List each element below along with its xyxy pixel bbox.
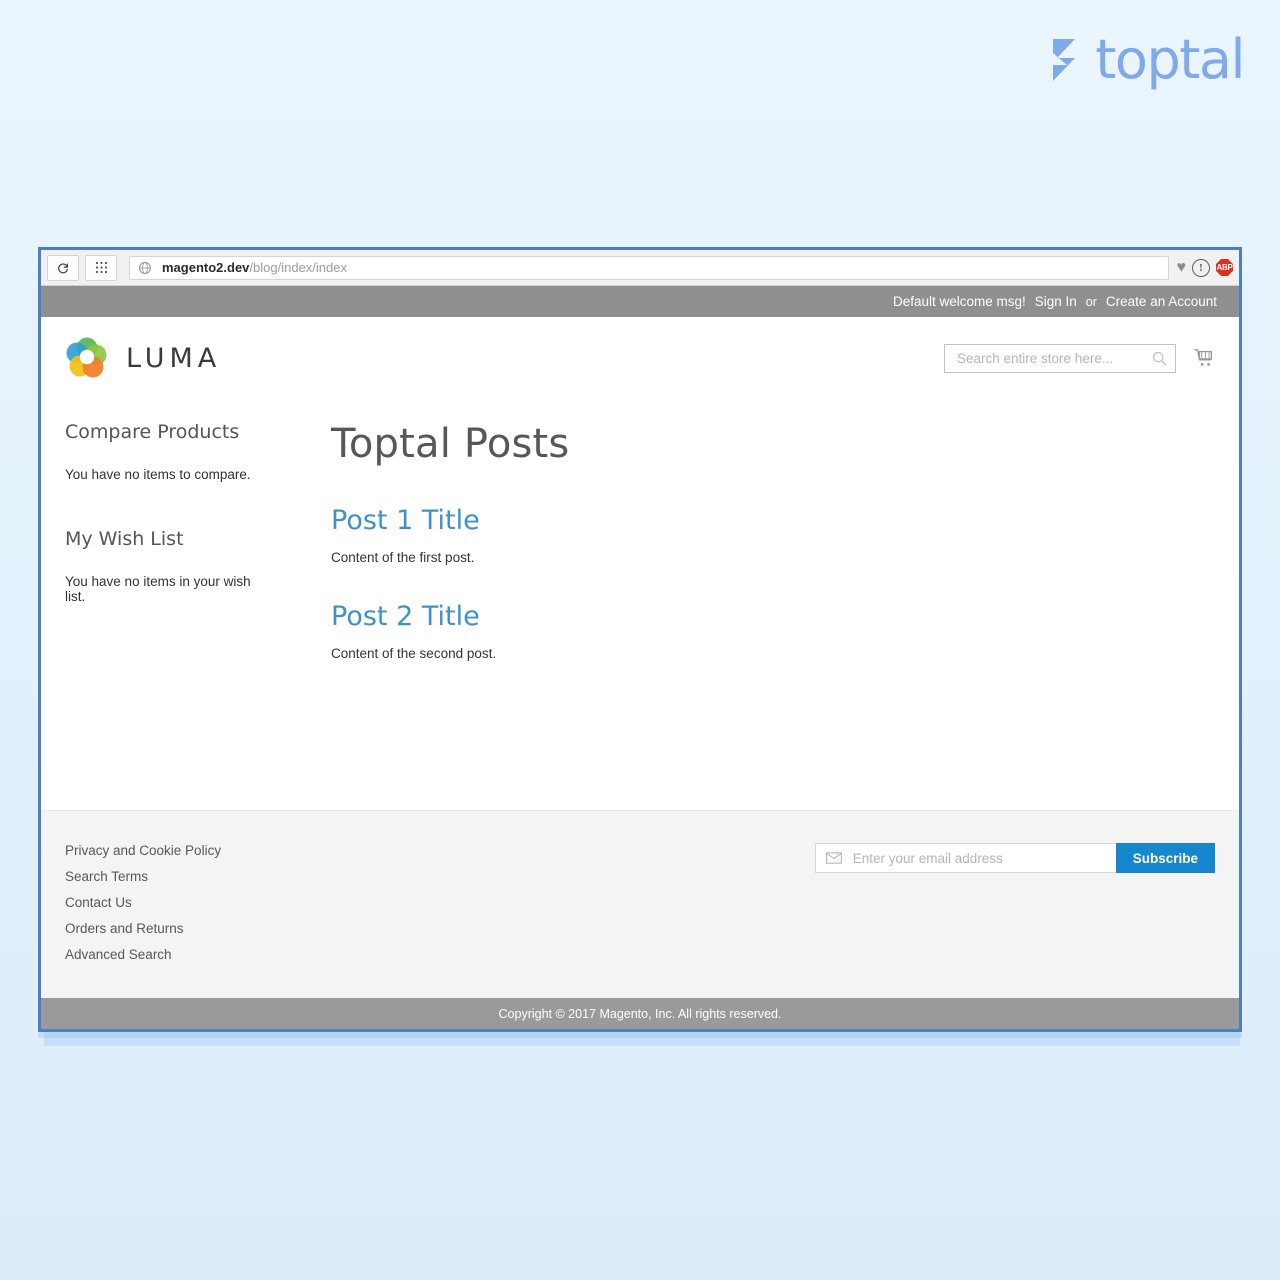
web-page: Default welcome msg! Sign In or Create a…	[41, 286, 1239, 1029]
search-input[interactable]	[955, 349, 1152, 367]
store-header: LUMA	[41, 317, 1239, 399]
newsletter-field[interactable]	[814, 843, 1116, 873]
sidebar-block-title-wishlist: My Wish List	[65, 528, 184, 550]
panel-header: Default welcome msg! Sign In or Create a…	[41, 286, 1239, 317]
adblock-plus-icon[interactable]: ABP	[1216, 259, 1233, 276]
post-title-link[interactable]: Post 1 Title	[331, 505, 480, 536]
newsletter-email-input[interactable]	[850, 849, 1116, 867]
panel-header-links: Default welcome msg! Sign In or Create a…	[893, 294, 1217, 309]
url-domain: magento2.dev	[162, 260, 250, 275]
browser-extensions: ♥ ! ABP	[1177, 258, 1233, 277]
info-circle-icon[interactable]: !	[1192, 258, 1210, 277]
sidebar-block-text-wishlist: You have no items in your wish list.	[65, 574, 251, 604]
footer-link-search-terms[interactable]: Search Terms	[65, 869, 221, 884]
sidebar-block-text-compare: You have no items to compare.	[65, 467, 251, 482]
header-right	[944, 343, 1215, 373]
toptal-watermark: toptal	[1045, 28, 1245, 91]
reload-icon	[58, 262, 68, 273]
post-body: Content of the first post.	[331, 550, 475, 565]
store-logo[interactable]: LUMA	[65, 336, 221, 380]
browser-toolbar: magento2.dev/blog/index/index ♥ ! ABP	[41, 250, 1239, 286]
apps-grid-button[interactable]	[85, 254, 117, 281]
footer-link-advanced-search[interactable]: Advanced Search	[65, 947, 221, 962]
globe-icon	[138, 261, 152, 275]
create-account-link[interactable]: Create an Account	[1106, 294, 1217, 309]
apps-grid-icon	[95, 261, 107, 274]
post-item: Post 1 Title Content of the first post.	[331, 505, 1209, 565]
subscribe-button[interactable]: Subscribe	[1115, 843, 1215, 873]
search-icon[interactable]	[1152, 351, 1167, 366]
address-bar[interactable]: magento2.dev/blog/index/index	[129, 255, 1169, 280]
post-title-link[interactable]: Post 2 Title	[331, 601, 480, 632]
envelope-icon	[825, 852, 842, 864]
shopping-cart-icon[interactable]	[1193, 347, 1215, 369]
footer-links: Privacy and Cookie Policy Search Terms C…	[65, 841, 221, 962]
footer-link-orders-returns[interactable]: Orders and Returns	[65, 921, 221, 936]
sign-in-link[interactable]: Sign In	[1035, 294, 1077, 309]
toptal-chevron-icon	[1053, 39, 1076, 81]
url-path: /blog/index/index	[249, 260, 347, 275]
sidebar-block-title-compare: Compare Products	[65, 421, 240, 443]
post-item: Post 2 Title Content of the second post.	[331, 601, 1209, 661]
sidebar: Compare Products You have no items to co…	[41, 421, 291, 810]
main-content: Toptal Posts Post 1 Title Content of the…	[291, 421, 1239, 810]
toptal-wordmark: toptal	[1095, 28, 1245, 91]
brand-name: LUMA	[126, 342, 222, 374]
browser-window-shadow	[44, 1032, 1240, 1046]
newsletter-signup: Subscribe	[814, 843, 1215, 873]
post-body: Content of the second post.	[331, 646, 497, 661]
footer-link-contact-us[interactable]: Contact Us	[65, 895, 221, 910]
browser-window: magento2.dev/blog/index/index ♥ ! ABP De…	[38, 247, 1242, 1032]
welcome-message: Default welcome msg!	[892, 294, 1026, 309]
luma-flower-logo-icon	[66, 337, 107, 378]
copyright-text: Copyright © 2017 Magento, Inc. All right…	[498, 1006, 782, 1021]
copyright-bar: Copyright © 2017 Magento, Inc. All right…	[41, 998, 1239, 1029]
page-title: Toptal Posts	[331, 421, 570, 467]
or-label: or	[1085, 294, 1097, 309]
main-area: Compare Products You have no items to co…	[41, 399, 1239, 810]
search-box[interactable]	[944, 343, 1176, 373]
reload-button[interactable]	[47, 254, 79, 281]
heart-icon[interactable]: ♥	[1177, 259, 1187, 276]
footer-link-privacy[interactable]: Privacy and Cookie Policy	[65, 843, 221, 858]
site-footer: Privacy and Cookie Policy Search Terms C…	[41, 810, 1239, 998]
